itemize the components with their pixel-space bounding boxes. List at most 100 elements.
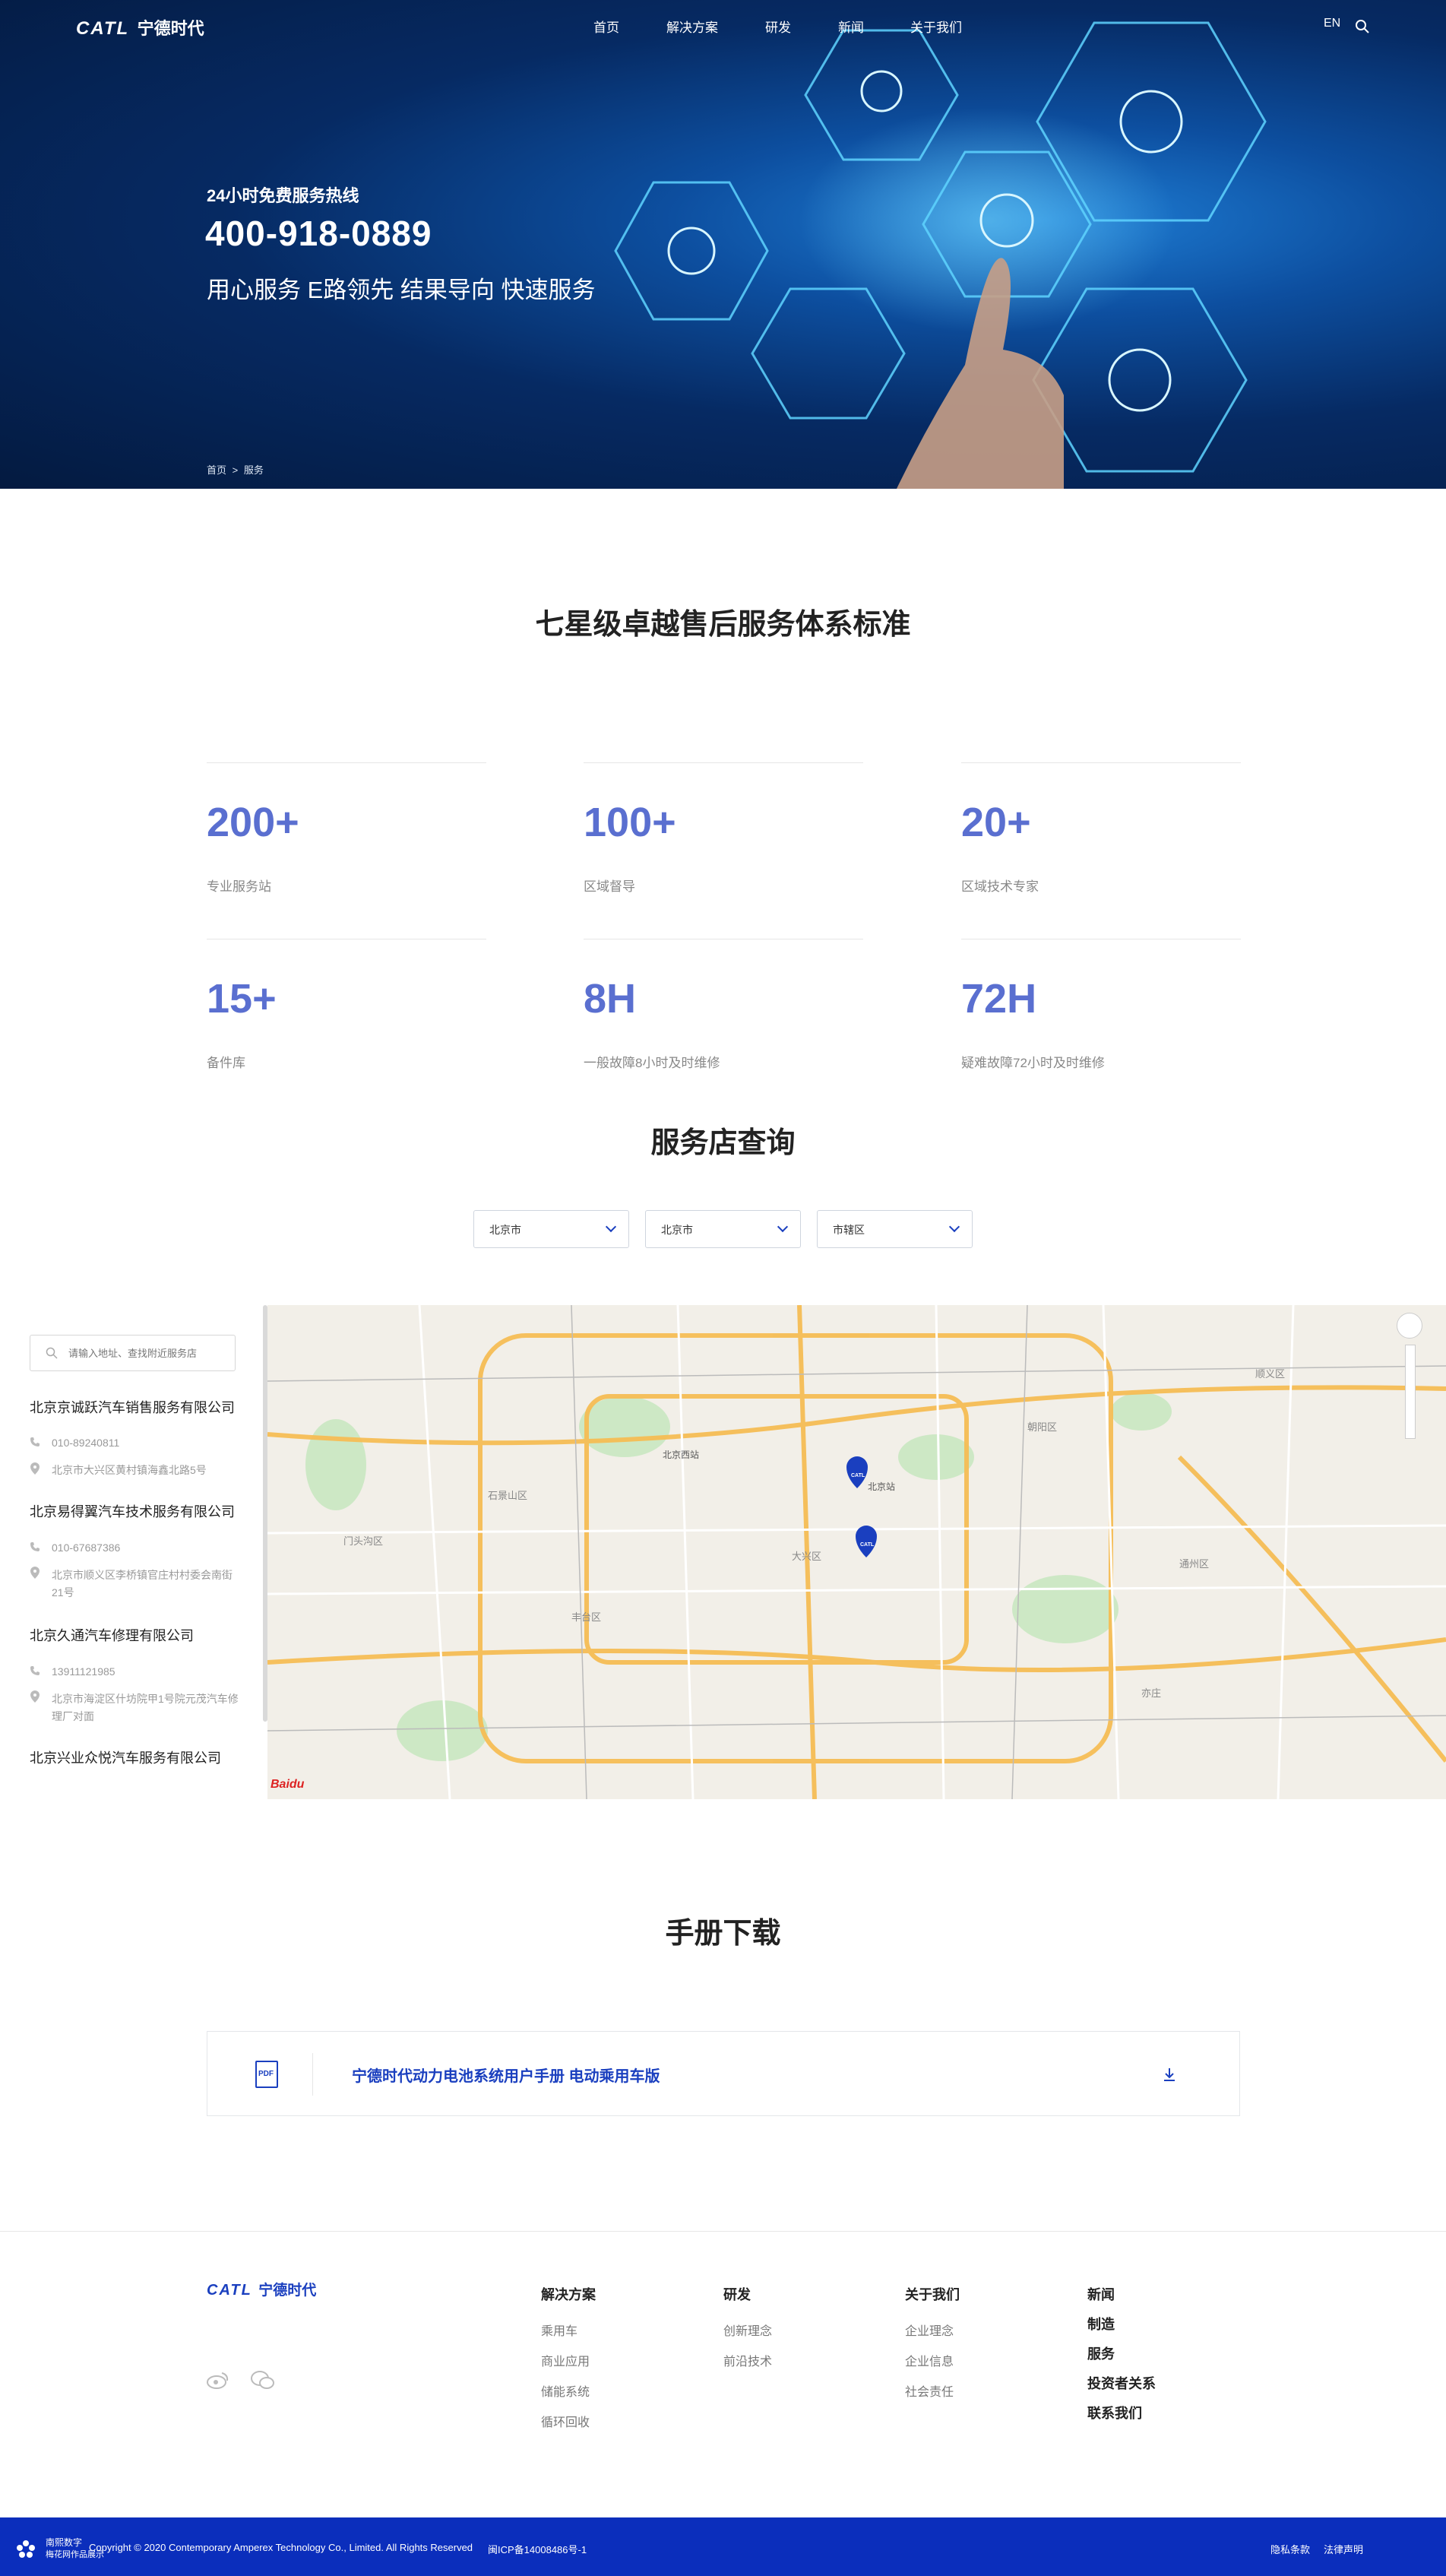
- wechat-icon[interactable]: [251, 2370, 275, 2390]
- footer-logo[interactable]: CATL 宁德时代: [207, 2279, 316, 2299]
- divider: [207, 762, 486, 763]
- map-zoom-slider[interactable]: [1405, 1345, 1416, 1439]
- store-marker[interactable]: CATL: [860, 1542, 874, 1548]
- map-brand-logo: Baidu: [271, 1778, 305, 1791]
- top-navigation: CATL 宁德时代 首页 解决方案 研发 新闻 关于我们 EN: [0, 0, 1446, 53]
- stat-label: 区域技术专家: [961, 879, 1039, 894]
- store-phone: 010-89240811: [52, 1437, 120, 1449]
- store-name[interactable]: 北京京诚跃汽车销售服务有限公司: [30, 1397, 235, 1417]
- map-label: 大兴区: [792, 1551, 822, 1562]
- logo-cn: 宁德时代: [258, 2283, 317, 2299]
- stat-value: 8H: [584, 976, 637, 1022]
- footer-link-manufacturing[interactable]: 制造: [1087, 2314, 1115, 2334]
- nav-research[interactable]: 研发: [765, 17, 791, 36]
- footer-link[interactable]: 循环回收: [541, 2412, 590, 2430]
- nav-about[interactable]: 关于我们: [910, 17, 962, 36]
- city-select[interactable]: 北京市: [645, 1210, 801, 1248]
- district-select[interactable]: 市辖区: [817, 1210, 973, 1248]
- footer-link-investor[interactable]: 投资者关系: [1087, 2373, 1156, 2393]
- stat-label: 疑难故障72小时及时维修: [961, 1056, 1105, 1070]
- footer-heading[interactable]: 解决方案: [541, 2284, 596, 2304]
- footer-link[interactable]: 乘用车: [541, 2321, 577, 2339]
- footer-heading[interactable]: 研发: [723, 2284, 751, 2304]
- map-view[interactable]: 北京西站 北京站 大兴区 石景山区 门头沟区 通州区 朝阳区 丰台区 顺义区 亦…: [267, 1305, 1446, 1799]
- divider: [584, 762, 863, 763]
- search-icon[interactable]: [1355, 19, 1370, 34]
- map-label: 亦庄: [1141, 1687, 1162, 1699]
- nav-news[interactable]: 新闻: [838, 17, 864, 36]
- logo-en: CATL: [76, 18, 130, 39]
- footer-link-service[interactable]: 服务: [1087, 2343, 1115, 2363]
- select-value: 北京市: [661, 1224, 693, 1236]
- nav-home[interactable]: 首页: [593, 17, 619, 36]
- scrollbar[interactable]: [263, 1305, 267, 1722]
- store-phone: 13911121985: [52, 1665, 115, 1678]
- breadcrumb-home[interactable]: 首页: [207, 464, 226, 476]
- legal-link[interactable]: 法律声明: [1324, 2542, 1363, 2556]
- stat-label: 一般故障8小时及时维修: [584, 1056, 720, 1070]
- language-switch[interactable]: EN: [1324, 17, 1340, 30]
- logo-en: CATL: [207, 2282, 252, 2299]
- footer-link-news[interactable]: 新闻: [1087, 2284, 1115, 2304]
- nav-solutions[interactable]: 解决方案: [666, 17, 718, 36]
- privacy-link[interactable]: 隐私条款: [1270, 2542, 1310, 2556]
- phone-icon: [30, 1542, 40, 1551]
- footer-link-contact[interactable]: 联系我们: [1087, 2403, 1142, 2422]
- badge-line1: 南熙数字: [46, 2537, 83, 2548]
- weibo-icon[interactable]: [207, 2370, 229, 2390]
- store-search-box[interactable]: [30, 1335, 236, 1371]
- store-address: 北京市大兴区黄村镇海鑫北路5号: [52, 1464, 207, 1476]
- hero-slogan: 用心服务 E路领先 结果导向 快速服务: [207, 277, 596, 303]
- footer-link[interactable]: 储能系统: [541, 2381, 590, 2400]
- store-name[interactable]: 北京兴业众悦汽车服务有限公司: [30, 1747, 221, 1767]
- breadcrumb-current: 服务: [243, 464, 264, 476]
- store-name[interactable]: 北京久通汽车修理有限公司: [30, 1625, 194, 1645]
- province-select[interactable]: 北京市: [473, 1210, 629, 1248]
- map-label: 通州区: [1179, 1558, 1210, 1570]
- map-label: 顺义区: [1255, 1368, 1286, 1380]
- copyright: Copyright © 2020 Contemporary Amperex Te…: [89, 2542, 473, 2553]
- chevron-down-icon: [777, 1221, 789, 1233]
- footer-link[interactable]: 商业应用: [541, 2351, 590, 2369]
- footer-heading[interactable]: 关于我们: [905, 2284, 960, 2304]
- manual-item[interactable]: PDF 宁德时代动力电池系统用户手册 电动乘用车版: [207, 2031, 1240, 2116]
- chevron-down-icon: [605, 1221, 617, 1233]
- footer-link[interactable]: 企业理念: [905, 2321, 954, 2339]
- pdf-icon-text: PDF: [258, 2070, 274, 2078]
- search-icon: [46, 1347, 58, 1359]
- phone-icon: [30, 1437, 40, 1446]
- manual-name[interactable]: 宁德时代动力电池系统用户手册 电动乘用车版: [352, 2064, 660, 2086]
- footer-link[interactable]: 企业信息: [905, 2351, 954, 2369]
- logo-cn: 宁德时代: [137, 19, 204, 38]
- store-query-title: 服务店查询: [650, 1127, 796, 1159]
- store-address: 北京市海淀区什坊院甲1号院元茂汽车修理厂对面: [52, 1693, 239, 1722]
- stat-value: 20+: [961, 800, 1031, 845]
- location-pin-icon: [30, 1690, 40, 1703]
- pdf-icon: PDF: [255, 2061, 278, 2088]
- map-pan-control[interactable]: [1397, 1313, 1422, 1339]
- footer-link[interactable]: 前沿技术: [723, 2351, 772, 2369]
- footer-link[interactable]: 创新理念: [723, 2321, 772, 2339]
- stat-label: 备件库: [207, 1056, 245, 1070]
- phone-icon: [30, 1666, 40, 1675]
- select-value: 市辖区: [833, 1224, 865, 1236]
- chevron-down-icon: [948, 1221, 960, 1233]
- standards-title: 七星级卓越售后服务体系标准: [535, 609, 911, 641]
- divider: [961, 762, 1241, 763]
- store-name[interactable]: 北京易得翼汽车技术服务有限公司: [30, 1501, 235, 1521]
- store-marker[interactable]: CATL: [851, 1473, 865, 1478]
- stat-value: 15+: [207, 976, 277, 1022]
- icp-number[interactable]: 闽ICP备14008486号-1: [488, 2542, 587, 2556]
- hotline-number: 400-918-0889: [205, 214, 432, 253]
- map-label: 朝阳区: [1027, 1421, 1058, 1433]
- breadcrumb: 首页 > 服务: [207, 462, 264, 477]
- map-label: 北京站: [868, 1481, 896, 1492]
- map-label: 北京西站: [663, 1450, 700, 1460]
- bottom-bar: 南熙数字 梅花网作品展示 Copyright © 2020 Contempora…: [0, 2517, 1446, 2576]
- site-logo[interactable]: CATL 宁德时代: [76, 15, 204, 39]
- footer-divider: [0, 2231, 1446, 2232]
- footer-link[interactable]: 社会责任: [905, 2381, 954, 2400]
- download-icon[interactable]: [1162, 2067, 1177, 2082]
- store-search-input[interactable]: [68, 1345, 220, 1361]
- manual-title: 手册下载: [665, 1918, 781, 1950]
